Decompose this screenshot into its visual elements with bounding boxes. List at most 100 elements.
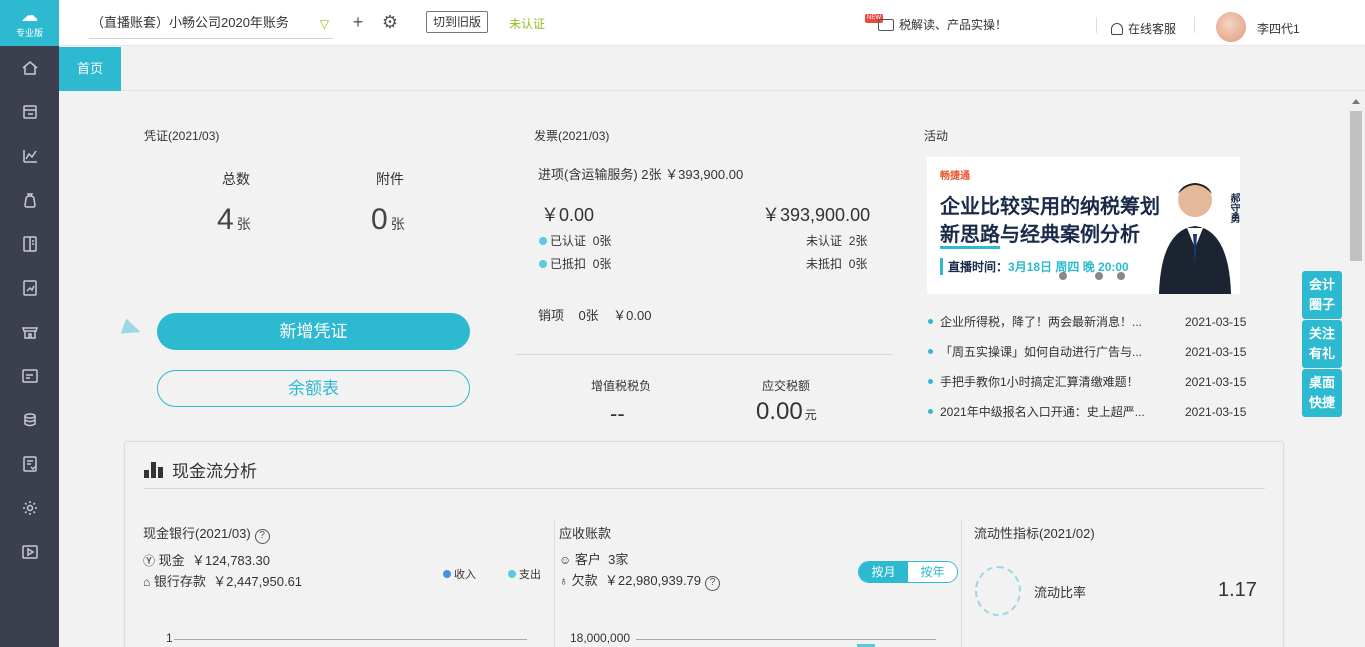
legend-expense-label: 支出 (519, 569, 541, 581)
desktop-shortcut-button[interactable]: 桌面快捷 (1302, 369, 1342, 417)
axis-tick-label: 1 (166, 631, 173, 645)
tax-due-label: 应交税额 (762, 379, 811, 393)
help-icon[interactable]: ? (254, 529, 270, 544)
cashflow-panel: 现金流分析 (124, 441, 1284, 647)
legend-income-label: 收入 (454, 569, 476, 581)
legend-income[interactable]: 收入 (443, 566, 476, 582)
invoice-output-line[interactable]: 销项 0张 ￥0.00 (538, 305, 651, 324)
balance-sheet-button[interactable]: 余额表 (157, 370, 470, 407)
tax-icon[interactable] (0, 266, 59, 310)
news-link[interactable]: NEW 税解读、产品实操！ (865, 14, 1007, 34)
voucher-total[interactable]: 4张 (217, 203, 251, 237)
headset-icon (1111, 22, 1123, 35)
bank-title-text: 现金银行(2021/03) (143, 526, 251, 541)
bullet-icon (928, 319, 933, 324)
voucher-icon[interactable] (0, 90, 59, 134)
uncertified-row[interactable]: 未认证 2张 (806, 232, 867, 249)
news-date: 2021-03-15 (1185, 315, 1247, 329)
username[interactable]: 李四代1 (1257, 20, 1300, 37)
period-toggle[interactable]: 按月 按年 (858, 561, 958, 583)
presenter-photo (1159, 183, 1231, 294)
scroll-up-icon[interactable] (1352, 99, 1360, 104)
follow-gift-button[interactable]: 关注有礼 (1302, 320, 1342, 368)
toggle-year[interactable]: 按年 (908, 562, 957, 582)
undeducted-value: 0张 (848, 257, 868, 271)
invoice-amount-right: ￥393,900.00 (762, 205, 871, 225)
tax-due-value: 0.00 (756, 398, 803, 425)
settings-icon[interactable] (0, 486, 59, 530)
news-title: 手把手教你1小时搞定汇算清缴难题！ (940, 375, 1139, 389)
deducted-row[interactable]: 已抵扣 0张 (539, 255, 611, 272)
salary-icon[interactable] (0, 398, 59, 442)
news-title: 2021年中级报名入口开通：史上超严... (940, 405, 1145, 419)
scroll-thumb[interactable] (1350, 111, 1362, 261)
service-label: 在线客服 (1128, 22, 1177, 36)
new-tv-icon: NEW (865, 14, 897, 34)
gear-icon[interactable]: ⚙ (380, 12, 400, 32)
uncertified-value: 2张 (848, 234, 868, 248)
list-item[interactable]: 手把手教你1小时搞定汇算清缴难题！ 2021-03-15 (927, 374, 1254, 404)
undeducted-label: 未抵扣 (806, 257, 843, 271)
vat-label: 增值税税负 (591, 379, 652, 393)
shop-icon[interactable] (0, 310, 59, 354)
news-title: 企业所得税，降了！两会最新消息！... (940, 315, 1143, 329)
legend-expense[interactable]: 支出 (508, 566, 541, 582)
divider (961, 520, 962, 647)
list-item[interactable]: 2021年中级报名入口开通：史上超严... 2021-03-15 (927, 404, 1254, 434)
list-item[interactable]: 企业所得税，降了！两会最新消息！... 2021-03-15 (927, 314, 1254, 344)
ledger-icon[interactable] (0, 222, 59, 266)
bullet-icon (928, 379, 933, 384)
list-item[interactable]: 「周五实操课」如何自动进行广告与... 2021-03-15 (927, 344, 1254, 374)
deposit-value: ￥2,447,950.61 (213, 574, 303, 589)
liquidity-label: 流动比率 (1034, 585, 1087, 600)
video-icon[interactable] (0, 530, 59, 574)
certified-row[interactable]: 已认证 0张 (539, 232, 611, 249)
divider (1096, 17, 1097, 33)
report-icon[interactable] (0, 134, 59, 178)
add-icon[interactable]: + (348, 12, 368, 32)
account-select[interactable]: （直播账套）小畅公司2020年账务 ▽ (89, 10, 333, 39)
undeducted-row[interactable]: 未抵扣 0张 (806, 255, 867, 272)
new-voucher-button[interactable]: 新增凭证 (157, 313, 470, 350)
cashflow-header: 现金流分析 (144, 457, 257, 482)
logo-text: 专业版 (15, 28, 43, 38)
deducted-value: 0张 (592, 257, 612, 271)
yen-circle-icon: Ⓨ (143, 554, 156, 568)
pager-dot[interactable] (1059, 272, 1067, 280)
cloud-yen-icon: ☁ (21, 6, 38, 25)
money-bag-icon: ♁ (559, 574, 568, 588)
toggle-month[interactable]: 按月 (859, 562, 908, 582)
invoice-icon[interactable] (0, 442, 59, 486)
divider (1194, 17, 1195, 33)
owed-value: ￥22,980,939.79 (604, 573, 702, 588)
product-logo[interactable]: ☁ 专业版 (0, 0, 59, 46)
cert-status[interactable]: 未认证 (509, 15, 545, 32)
banner-line2-rest: 与经典案例分析 (1000, 224, 1140, 246)
cash-value: ￥124,783.30 (191, 553, 270, 568)
activity-banner[interactable]: 畅捷通 企业比较实用的纳税筹划 新思路与经典案例分析 直播时间：3月18日 周四… (927, 157, 1240, 294)
home-icon[interactable] (0, 46, 59, 90)
online-service-button[interactable]: 在线客服 (1111, 20, 1176, 37)
switch-old-version-button[interactable]: 切到旧版 (426, 11, 489, 33)
invoice-title: 发票(2021/03) (534, 129, 610, 143)
invoice-input-line[interactable]: 进项(含运输服务) 2张 ￥393,900.00 (538, 164, 743, 183)
help-icon[interactable]: ? (705, 576, 721, 591)
pager-dot[interactable] (1117, 272, 1125, 280)
voucher-attach[interactable]: 0张 (371, 203, 405, 237)
avatar[interactable] (1216, 12, 1246, 42)
deducted-label: 已抵扣 (550, 257, 587, 271)
activity-title: 活动 (924, 129, 949, 143)
cash-label: 现金 (158, 553, 185, 568)
asset-icon[interactable] (0, 354, 59, 398)
money-bag-icon[interactable] (0, 178, 59, 222)
cash-row: Ⓨ 现金 ￥124,783.30 (143, 550, 270, 569)
pager-dot[interactable] (1095, 272, 1103, 280)
user-icon: ☺ (559, 553, 572, 567)
bullet-icon (928, 349, 933, 354)
paper-plane-icon (120, 318, 144, 340)
certified-value: 0张 (592, 234, 612, 248)
scrollbar[interactable] (1348, 96, 1365, 647)
banner-pager[interactable] (1059, 272, 1125, 280)
accounting-circle-button[interactable]: 会计圈子 (1302, 271, 1342, 319)
tab-home[interactable]: 首页 (59, 47, 121, 91)
